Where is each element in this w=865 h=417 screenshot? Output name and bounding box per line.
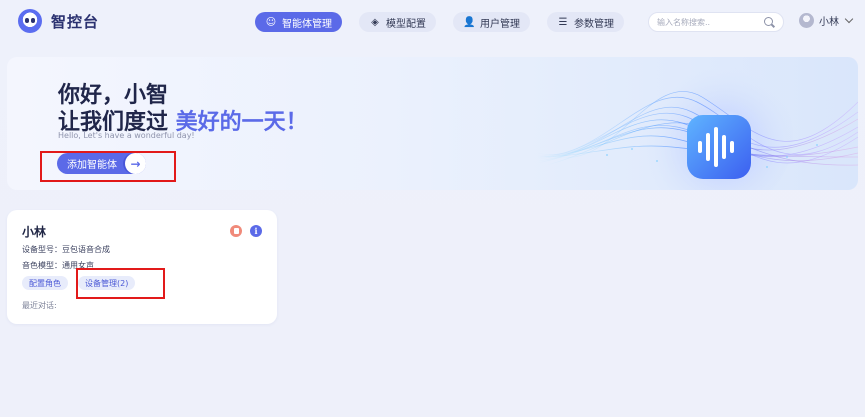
user-name: 小林 (819, 17, 839, 28)
search-input[interactable] (657, 17, 764, 27)
greeting-highlight: 美好的一天！ (175, 110, 308, 135)
highlight-box-device-management (76, 268, 165, 299)
users-icon: 👤 (463, 16, 476, 28)
top-header: 智控台 ☺ 智能体管理 ◈ 模型配置 👤 用户管理 ☰ 参数管理 小林 (0, 0, 865, 44)
avatar (799, 13, 814, 28)
sliders-icon: ☰ (558, 16, 568, 28)
agent-name: 小林 (22, 225, 47, 239)
nav-item-label: 智能体管理 (282, 18, 332, 30)
recent-conversation-label: 最近对话: (22, 301, 57, 310)
nav-item-label: 模型配置 (386, 18, 426, 30)
main-nav: ☺ 智能体管理 ◈ 模型配置 👤 用户管理 ☰ 参数管理 (255, 12, 624, 32)
chevron-down-icon (844, 14, 854, 23)
robot-logo-icon (18, 9, 42, 33)
search-icon[interactable] (764, 16, 775, 28)
robot-icon: ☺ (265, 16, 277, 28)
device-model-text: 设备型号：豆包语音合成 (22, 245, 110, 254)
nav-item-agent-management[interactable]: ☺ 智能体管理 (255, 12, 342, 32)
nav-item-user-management[interactable]: 👤 用户管理 (453, 12, 530, 32)
nav-item-param-management[interactable]: ☰ 参数管理 (547, 12, 624, 32)
configure-role-button[interactable]: 配置角色 (22, 276, 68, 290)
search-box (648, 12, 784, 32)
cube-icon: ◈ (371, 16, 379, 28)
nav-item-label: 用户管理 (480, 18, 520, 30)
voice-wave-illustration (537, 59, 858, 190)
greeting-subtitle: Hello, Let's have a wonderful day! (58, 131, 195, 140)
agent-card: 小林 i 设备型号：豆包语音合成 音色模型：通用女声 配置角色 设备管理(2) … (7, 210, 277, 324)
delete-icon[interactable] (230, 225, 242, 237)
nav-item-label: 参数管理 (574, 18, 614, 30)
info-icon[interactable]: i (250, 225, 262, 237)
app-logo[interactable]: 智控台 (18, 9, 99, 33)
user-menu[interactable]: 小林 (799, 13, 854, 28)
nav-item-model-config[interactable]: ◈ 模型配置 (359, 12, 436, 32)
highlight-box-add-agent (40, 151, 176, 182)
app-title: 智控台 (51, 12, 100, 31)
